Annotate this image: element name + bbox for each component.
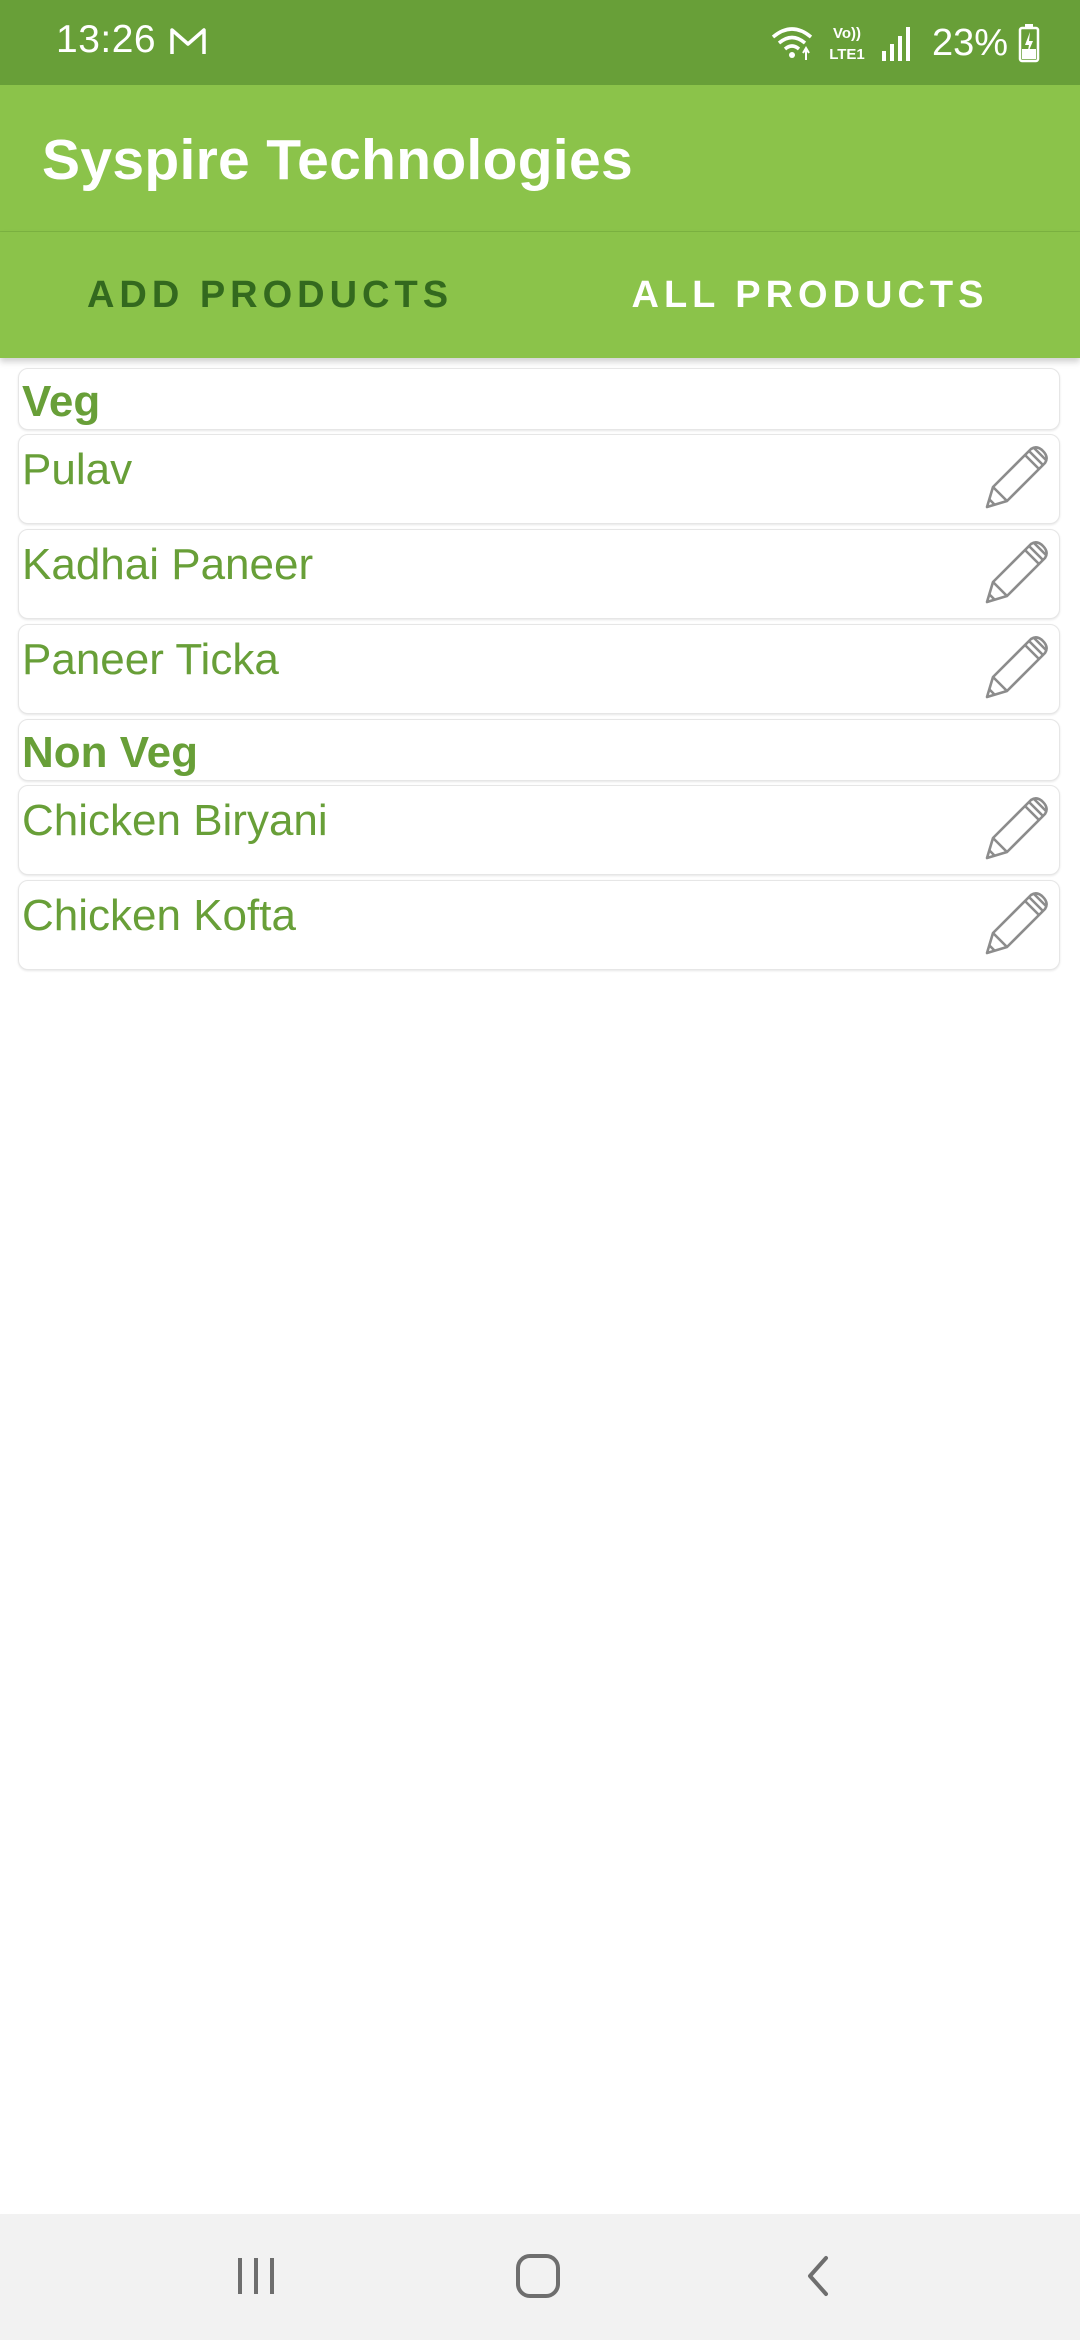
product-row-kadhai-paneer[interactable]: Kadhai Paneer — [18, 529, 1060, 619]
battery-charging-icon — [1018, 24, 1040, 63]
app-bar: Syspire Technologies — [0, 85, 1080, 231]
product-row-chicken-kofta[interactable]: Chicken Kofta — [18, 880, 1060, 970]
battery-percent: 23% — [931, 21, 1008, 64]
status-time: 13:26 — [56, 18, 157, 61]
recents-icon[interactable] — [226, 2252, 286, 2302]
category-header-veg: Veg — [18, 368, 1060, 430]
category-label: Veg — [22, 377, 101, 426]
product-list: Veg Pulav Kadhai Paneer Paneer Ticka Non… — [18, 368, 1060, 975]
status-bar: 13:26 Vo)) LTE1 23% — [0, 0, 1080, 85]
tab-all-products[interactable]: ALL PRODUCTS — [540, 232, 1080, 358]
product-row-pulav[interactable]: Pulav — [18, 434, 1060, 524]
back-icon[interactable] — [790, 2252, 850, 2302]
product-row-paneer-ticka[interactable]: Paneer Ticka — [18, 624, 1060, 714]
product-name: Chicken Biryani — [22, 796, 328, 845]
tab-bar: ADD PRODUCTS ALL PRODUCTS — [0, 232, 1080, 358]
pencil-icon[interactable] — [979, 534, 1055, 610]
gmail-icon — [170, 28, 206, 54]
product-name: Chicken Kofta — [22, 891, 296, 940]
volte-label-bottom: LTE1 — [829, 46, 865, 63]
product-row-chicken-biryani[interactable]: Chicken Biryani — [18, 785, 1060, 875]
category-label: Non Veg — [22, 728, 199, 777]
volte-label-top: Vo)) — [833, 25, 861, 42]
tab-add-products[interactable]: ADD PRODUCTS — [0, 232, 540, 358]
product-name: Pulav — [22, 445, 133, 494]
system-nav-bar — [0, 2214, 1080, 2340]
pencil-icon[interactable] — [979, 885, 1055, 961]
status-icons: Vo)) LTE1 23% — [770, 18, 1040, 68]
pencil-icon[interactable] — [979, 439, 1055, 515]
category-header-non-veg: Non Veg — [18, 719, 1060, 781]
pencil-icon[interactable] — [979, 629, 1055, 705]
home-icon[interactable] — [508, 2252, 568, 2302]
app-title: Syspire Technologies — [42, 128, 633, 192]
product-name: Kadhai Paneer — [22, 540, 314, 589]
wifi-icon — [771, 27, 813, 60]
signal-icon — [881, 27, 910, 61]
pencil-icon[interactable] — [979, 790, 1055, 866]
volte-icon: Vo)) LTE1 — [829, 25, 865, 63]
product-name: Paneer Ticka — [22, 635, 279, 684]
